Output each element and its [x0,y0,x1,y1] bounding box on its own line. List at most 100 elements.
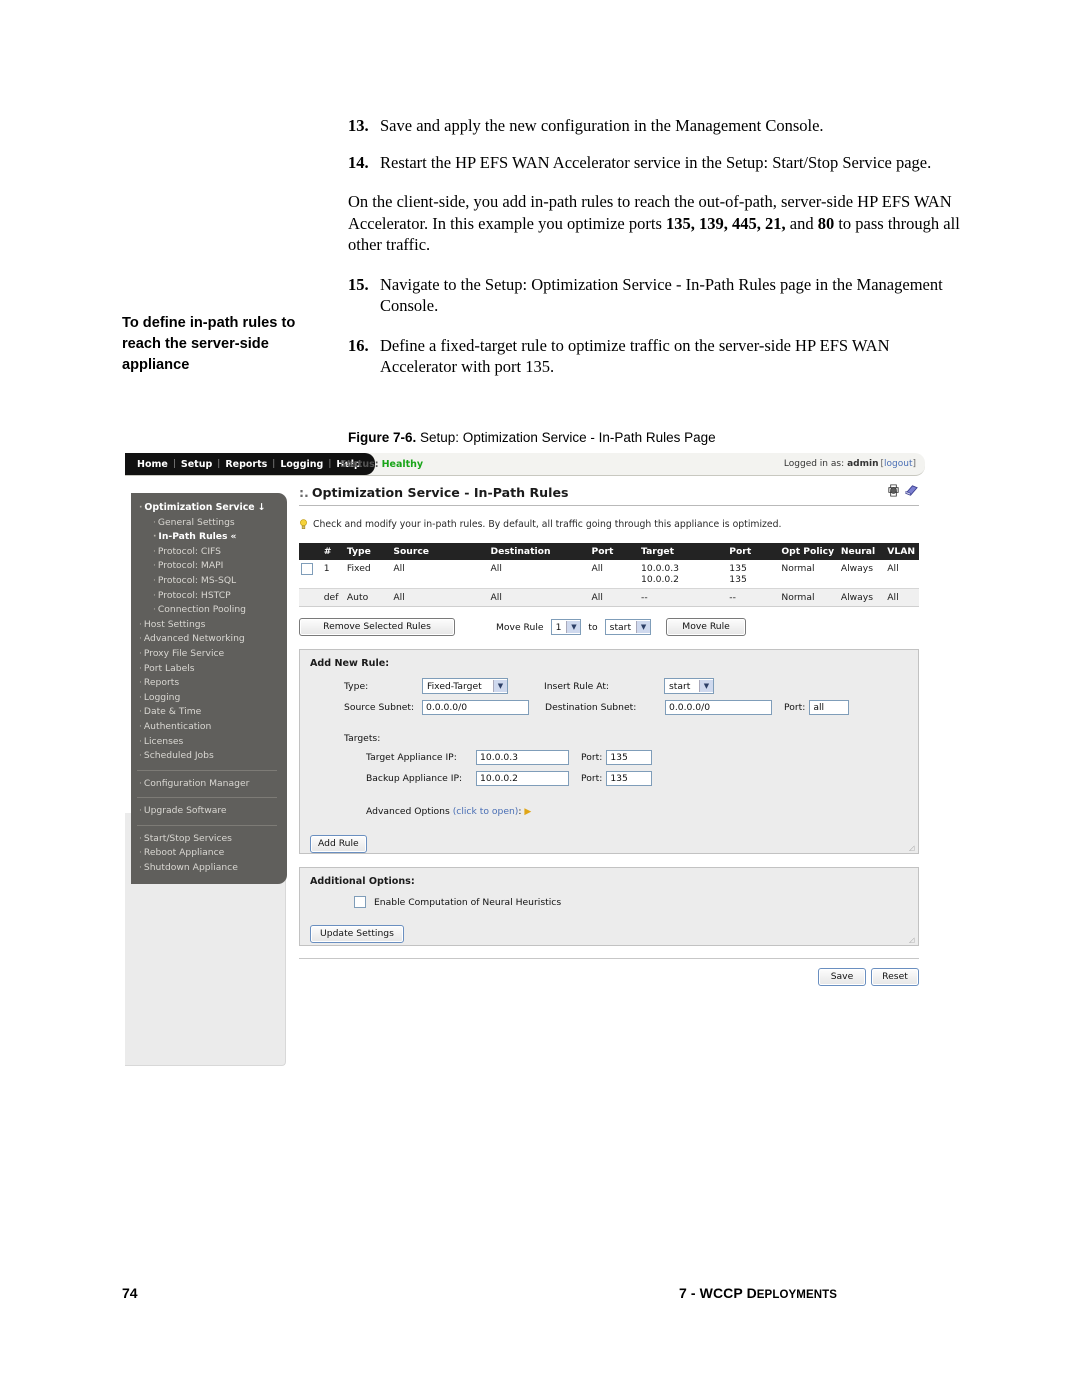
list-item: 16. Define a fixed-target rule to optimi… [348,335,964,378]
bullet-icon: · [139,619,142,630]
sidebar-item-port-labels[interactable]: · Port Labels [131,662,287,677]
remove-selected-rules-button[interactable]: Remove Selected Rules [299,618,455,636]
sidebar-item-protocol-ms-sql[interactable]: · Protocol: MS-SQL [131,574,287,589]
rule-type-select[interactable]: Fixed-Target ▼ [422,678,508,694]
main-content: :.Optimization Service - In-Path Rules [299,483,919,986]
destination-subnet-input[interactable]: 0.0.0.0/0 [665,700,772,715]
logout-link[interactable]: logout [884,459,912,469]
sidebar-item-optimization-service[interactable]: · Optimization Service ↓ [131,501,287,516]
sidebar-item-configuration-manager[interactable]: · Configuration Manager [131,777,287,792]
sidebar-item-host-settings[interactable]: · Host Settings [131,618,287,633]
move-rule-target-select[interactable]: start ▼ [604,619,652,635]
form-action-buttons: Save Reset [299,968,919,986]
footer-chapter-wccp: WCCP [699,1285,747,1301]
additional-options-title: Additional Options: [310,876,415,887]
sidebar-item-protocol-cifs[interactable]: · Protocol: CIFS [131,545,287,560]
advanced-options-link[interactable]: (click to open) [453,806,519,817]
row-checkbox[interactable] [301,563,313,575]
main-navigation[interactable]: Home | Setup | Reports | Logging | Help [125,453,375,475]
sidebar-item-reboot-appliance[interactable]: · Reboot Appliance [131,846,287,861]
add-rule-button[interactable]: Add Rule [310,835,367,853]
nav-item-setup[interactable]: Setup [176,459,217,470]
additional-options-panel: Additional Options: Enable Computation o… [299,867,919,946]
sidebar-item-in-path-rules[interactable]: · In-Path Rules « [131,530,287,545]
figure-label: Figure 7-6. [348,430,417,445]
backup-port-label: Port: [581,773,603,784]
move-rule-number-select[interactable]: 1 ▼ [550,619,582,635]
sidebar-item-shutdown-appliance[interactable]: · Shutdown Appliance [131,861,287,876]
nav-item-reports[interactable]: Reports [220,459,272,470]
footer-chapter-title: 7 - WCCP DEPLOYMENTS [679,1285,837,1301]
target-port-input[interactable]: 135 [606,750,653,765]
sidebar-item-authentication[interactable]: · Authentication [131,720,287,735]
sidebar-item-licenses[interactable]: · Licenses [131,735,287,750]
col-header-neural: Neural [838,543,886,560]
sidebar-item-label: Logging [143,691,181,703]
target-port-label: Port: [581,752,603,763]
resize-handle-icon[interactable]: ◿ [909,845,916,852]
reset-button[interactable]: Reset [871,968,919,986]
backup-port-input[interactable]: 135 [606,771,653,786]
sidebar-divider [137,769,277,771]
col-header-destination: Destination [488,543,590,560]
sidebar-item-label: Advanced Networking [143,633,245,645]
sidebar-item-upgrade-software[interactable]: · Upgrade Software [131,804,287,819]
insert-rule-at-select[interactable]: start ▼ [664,678,714,694]
sidebar-item-advanced-networking[interactable]: · Advanced Networking [131,632,287,647]
subnet-row: Source Subnet: 0.0.0.0/0 Destination Sub… [344,700,908,715]
source-subnet-input[interactable]: 0.0.0.0/0 [422,700,529,715]
port-label: Port: [784,702,806,713]
print-icon[interactable] [886,483,901,498]
sidebar-item-general-settings[interactable]: · General Settings [131,516,287,531]
update-settings-button[interactable]: Update Settings [310,925,404,943]
row-checkbox-cell [299,588,322,607]
step-text: Define a fixed-target rule to optimize t… [380,335,890,377]
bullet-icon: · [153,575,156,586]
bracket-close: ] [912,459,916,469]
nav-item-home[interactable]: Home [132,459,173,470]
rules-toolbar: Remove Selected Rules Move Rule 1 ▼ to s… [299,618,919,636]
sidebar-item-proxy-file-service[interactable]: · Proxy File Service [131,647,287,662]
step-number: 14. [348,152,369,172]
bullet-icon: · [139,663,142,674]
neural-heuristics-checkbox[interactable] [354,896,366,908]
move-rule-number-value: 1 [555,621,562,633]
sidebar-item-scheduled-jobs[interactable]: · Scheduled Jobs [131,749,287,764]
sidebar-item-label: Start/Stop Services [143,832,232,844]
save-button[interactable]: Save [818,968,866,986]
target-appliance-ip-input[interactable]: 10.0.0.3 [476,750,569,765]
help-book-icon[interactable] [904,483,919,498]
row-destination: All [488,588,590,607]
sidebar-item-reports[interactable]: · Reports [131,676,287,691]
row-number: def [321,588,345,607]
table-header-row: # Type Source Destination Port Target Po… [299,543,919,560]
move-rule-target-value: start [609,621,632,633]
resize-handle-icon[interactable]: ◿ [909,937,916,944]
sidebar-item-date-time[interactable]: · Date & Time [131,705,287,720]
port-input[interactable]: all [809,700,850,715]
chevron-down-icon: ▼ [699,680,713,692]
backup-appliance-ip-input[interactable]: 10.0.0.2 [476,771,569,786]
row-type: Auto [344,588,392,607]
bullet-icon: · [139,721,142,732]
sidebar-item-connection-pooling[interactable]: · Connection Pooling [131,603,287,618]
target-appliance-row: Target Appliance IP: 10.0.0.3 Port: 135 [366,750,908,765]
row-checkbox-cell[interactable] [299,560,322,589]
move-rule-button[interactable]: Move Rule [666,618,747,636]
nav-item-logging[interactable]: Logging [275,459,328,470]
sidebar-item-label: Authentication [143,720,212,732]
step-number: 16. [348,335,369,355]
sidebar-navigation[interactable]: · Optimization Service ↓ · General Settings ·… [131,493,287,884]
triangle-right-icon[interactable]: ▶ [524,807,531,817]
sidebar-item-logging[interactable]: · Logging [131,691,287,706]
row-port: All [589,560,640,589]
title-icon-group[interactable] [886,483,919,498]
sidebar-item-protocol-hstcp[interactable]: · Protocol: HSTCP [131,589,287,604]
bullet-icon: · [153,590,156,601]
sidebar-item-label: Connection Pooling [157,604,246,616]
sidebar-item-start-stop-services[interactable]: · Start/Stop Services [131,832,287,847]
col-header-target: Target [639,543,728,560]
step-number: 13. [348,116,369,135]
sidebar-item-protocol-mapi[interactable]: · Protocol: MAPI [131,559,287,574]
footer-chapter-d: D [746,1285,757,1301]
